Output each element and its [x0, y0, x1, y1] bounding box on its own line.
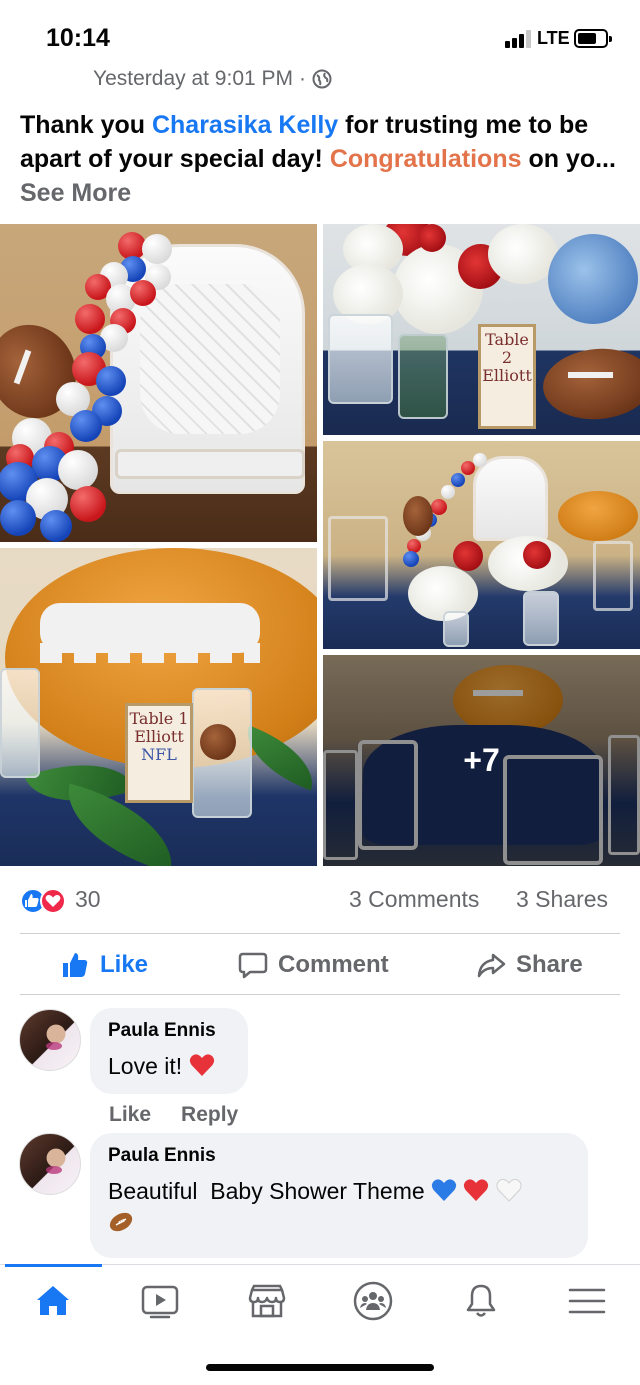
reaction-count[interactable]: 30 [75, 886, 101, 913]
share-button[interactable]: Share [476, 950, 583, 980]
divider [20, 933, 620, 934]
home-icon[interactable] [33, 1281, 73, 1321]
reactions-row[interactable]: 30 3 Comments 3 Shares [20, 884, 620, 918]
shares-count[interactable]: 3 Shares [516, 886, 608, 913]
marketplace-icon[interactable] [247, 1281, 287, 1321]
meta-separator: · [299, 67, 307, 90]
network-label: LTE [537, 28, 570, 48]
comment-icon [238, 952, 268, 979]
post-meta: Yesterday at 9:01 PM · [93, 67, 332, 91]
see-more-link[interactable]: See More [20, 179, 131, 207]
signal-icon [505, 30, 535, 48]
watch-icon[interactable] [140, 1281, 180, 1321]
commenter-name[interactable]: Paula Ennis [108, 1020, 230, 1042]
blue-heart-icon [431, 1179, 457, 1201]
more-photos-count[interactable]: +7 [323, 655, 640, 866]
avatar[interactable] [19, 1009, 81, 1071]
comment-button[interactable]: Comment [238, 950, 389, 980]
globe-icon [312, 69, 332, 89]
divider [20, 994, 620, 995]
like-button[interactable]: Like [60, 950, 148, 980]
football-icon [109, 1212, 133, 1232]
red-heart-icon [189, 1054, 214, 1076]
red-heart-icon [464, 1179, 489, 1201]
comment-bubble: Paula Ennis Love it! [90, 1008, 248, 1094]
reaction-icons [20, 888, 70, 914]
home-indicator[interactable] [206, 1364, 434, 1371]
comments-count[interactable]: 3 Comments [349, 886, 479, 913]
thumbs-up-icon [63, 953, 88, 977]
battery-icon [574, 29, 612, 48]
avatar[interactable] [19, 1133, 81, 1195]
status-bar: 10:14 LTE [0, 0, 640, 70]
post-actions: Like Comment Share [0, 940, 640, 992]
status-time: 10:14 [46, 24, 110, 52]
photo-football-closeup[interactable]: Table 1 Elliott NFL [0, 548, 317, 866]
menu-icon[interactable] [567, 1281, 607, 1321]
comment-bubble: Paula Ennis Beautiful Baby Shower Theme [90, 1133, 588, 1258]
post-text: Thank you Charasika Kelly for trusting m… [20, 111, 616, 207]
comment-text: Love it! [108, 1050, 230, 1082]
comment-reply-button[interactable]: Reply [181, 1103, 238, 1126]
photo-room-setup[interactable] [323, 441, 640, 649]
love-icon [40, 888, 66, 914]
commenter-name[interactable]: Paula Ennis [108, 1145, 570, 1167]
comment-like-button[interactable]: Like [109, 1103, 151, 1126]
photo-balloon-chair[interactable] [0, 224, 317, 542]
comment-text: Beautiful Baby Shower Theme [108, 1175, 570, 1239]
mention-link[interactable]: Charasika Kelly [152, 111, 338, 139]
photo-more[interactable]: +7 [323, 655, 640, 866]
notifications-icon[interactable] [461, 1281, 501, 1321]
photo-centerpiece[interactable]: Table 2 Elliott [323, 224, 640, 435]
active-tab-indicator [5, 1264, 102, 1267]
post-timestamp[interactable]: Yesterday at 9:01 PM [93, 67, 293, 91]
share-arrow-icon [477, 953, 506, 978]
groups-icon[interactable] [353, 1281, 393, 1321]
white-heart-icon [496, 1178, 522, 1202]
highlight-link[interactable]: Congratulations [330, 145, 522, 173]
comment-actions: Like Reply [109, 1103, 268, 1127]
